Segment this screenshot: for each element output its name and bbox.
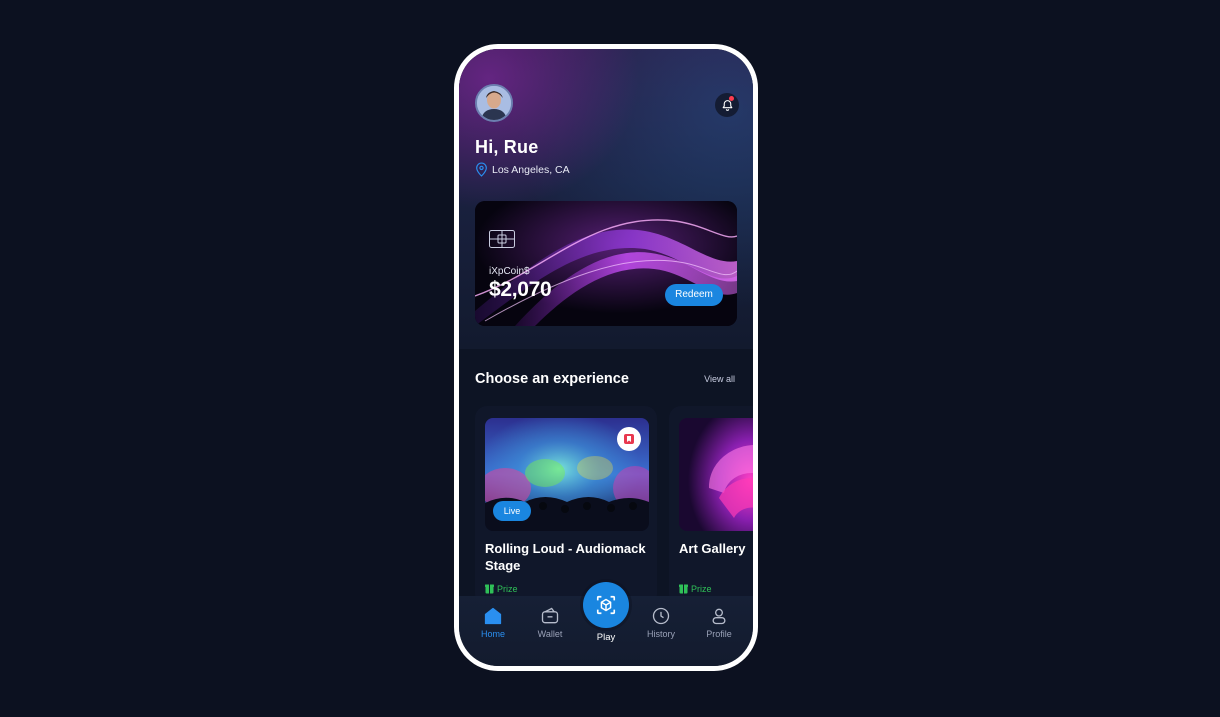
location: Los Angeles, CA — [475, 162, 570, 177]
view-all-link[interactable]: View all — [704, 374, 735, 384]
location-text: Los Angeles, CA — [492, 163, 570, 176]
home-icon — [484, 607, 502, 625]
wallet-icon — [541, 607, 559, 624]
tab-wallet-label: Wallet — [537, 629, 563, 639]
tab-history[interactable]: History — [636, 606, 686, 639]
user-portrait-icon — [477, 86, 511, 120]
art-thumbnail — [679, 418, 753, 531]
coin-balance-card[interactable]: iXpCoin$ $2,070 Redeem — [475, 201, 737, 326]
prize-icon — [679, 584, 688, 594]
clock-icon — [652, 607, 670, 625]
experience-card-art-gallery[interactable]: Art Gallery Prize — [669, 406, 753, 606]
tab-home[interactable]: Home — [468, 606, 518, 639]
play-button[interactable] — [583, 582, 629, 628]
avatar[interactable] — [475, 84, 513, 122]
notification-button[interactable] — [715, 93, 739, 117]
card-chip-icon — [489, 230, 515, 248]
currency-label: iXpCoin$ — [489, 266, 530, 277]
phone-frame: Hi, Rue Los Angeles, CA iXpCoin$ $2,070 … — [454, 44, 758, 671]
location-pin-icon — [476, 162, 487, 177]
play-cube-icon — [596, 595, 616, 615]
section-title: Choose an experience — [475, 371, 629, 387]
tab-profile[interactable]: Profile — [694, 606, 744, 639]
experience-title: Rolling Loud - Audiomack Stage — [485, 541, 646, 573]
tab-wallet[interactable]: Wallet — [525, 606, 575, 639]
prize-label: Prize — [497, 583, 518, 594]
redeem-button[interactable]: Redeem — [665, 284, 723, 306]
prize-tag: Prize — [485, 583, 518, 594]
bottom-tab-bar: Home Wallet Play History Profile — [459, 582, 753, 666]
experience-card-rolling-loud[interactable]: Live Rolling Loud - Audiomack Stage Priz… — [475, 406, 657, 606]
notification-dot — [729, 96, 734, 101]
bookmark-icon — [624, 434, 634, 444]
bookmark-button[interactable] — [617, 427, 641, 451]
concert-thumbnail: Live — [485, 418, 649, 531]
prize-label: Prize — [691, 583, 712, 594]
tab-history-label: History — [646, 629, 675, 639]
card-wave-art — [475, 201, 737, 326]
user-icon — [712, 608, 726, 625]
tab-profile-label: Profile — [706, 629, 732, 639]
prize-icon — [485, 584, 494, 594]
balance-amount: $2,070 — [489, 278, 552, 301]
tab-play-label: Play — [596, 632, 616, 643]
prize-tag: Prize — [679, 583, 712, 594]
tab-home-label: Home — [480, 629, 505, 639]
app-screen: Hi, Rue Los Angeles, CA iXpCoin$ $2,070 … — [459, 49, 753, 666]
art-image — [679, 418, 753, 531]
greeting: Hi, Rue — [475, 137, 539, 157]
experience-title: Art Gallery — [679, 541, 746, 556]
live-badge: Live — [493, 501, 531, 521]
